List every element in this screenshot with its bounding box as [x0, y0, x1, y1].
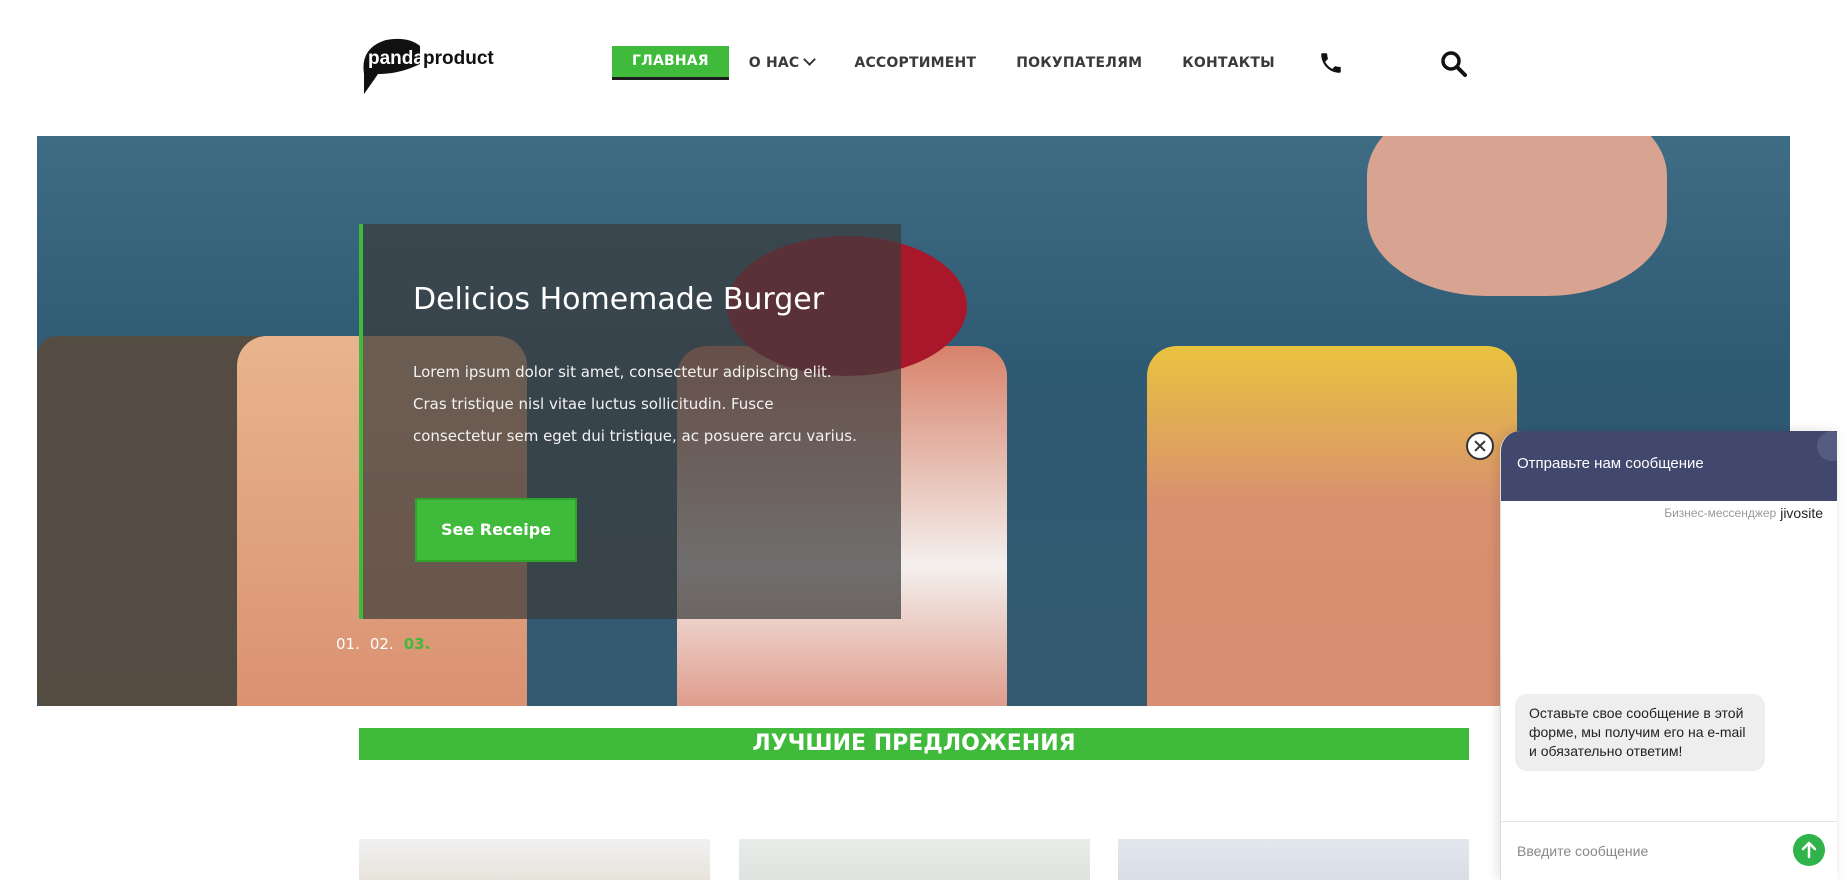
chat-message-bubble: Оставьте свое сообщение в этой форме, мы…	[1515, 694, 1765, 771]
nav-item-home[interactable]: ГЛАВНАЯ	[612, 46, 729, 80]
site-header: panda product ГЛАВНАЯ О НАС АССОРТИМЕНТ …	[0, 0, 1848, 136]
nav-item-assortment[interactable]: АССОРТИМЕНТ	[834, 46, 996, 80]
send-icon[interactable]	[1793, 834, 1825, 866]
nav-item-customers[interactable]: ПОКУПАТЕЛЯМ	[996, 46, 1162, 80]
search-icon[interactable]	[1440, 50, 1468, 78]
nav-label: О НАС	[748, 55, 800, 71]
hero-glass-right	[1147, 346, 1517, 706]
nav-item-contacts[interactable]: КОНТАКТЫ	[1162, 46, 1295, 80]
section-title: ЛУЧШИЕ ПРЕДЛОЖЕНИЯ	[359, 728, 1469, 760]
chat-header-title: Отправьте нам сообщение	[1517, 455, 1704, 472]
chat-brand-name: jivosite	[1780, 505, 1823, 521]
chat-brand[interactable]: Бизнес-мессенджер jivosite	[1664, 505, 1823, 521]
phone-icon[interactable]	[1318, 50, 1344, 76]
product-thumbnail[interactable]	[359, 839, 710, 880]
site-logo[interactable]: panda product	[360, 34, 502, 94]
product-thumbnail[interactable]	[739, 839, 1090, 880]
logo-text-panda: panda	[368, 48, 424, 69]
slider-pagination: 01. 02. 03.	[336, 635, 430, 653]
chat-brand-prefix: Бизнес-мессенджер	[1664, 506, 1777, 520]
product-thumbnail[interactable]	[1118, 839, 1469, 880]
hero-caption: Delicios Homemade Burger Lorem ipsum dol…	[359, 224, 901, 619]
nav-label: ПОКУПАТЕЛЯМ	[1016, 55, 1143, 71]
slide-indicator-3[interactable]: 03.	[404, 635, 431, 653]
chevron-down-icon	[803, 53, 817, 66]
main-nav: ГЛАВНАЯ О НАС АССОРТИМЕНТ ПОКУПАТЕЛЯМ КО…	[612, 46, 1295, 80]
chat-input-area	[1501, 821, 1837, 880]
hero-title: Delicios Homemade Burger	[413, 282, 825, 317]
chat-close-icon[interactable]	[1466, 432, 1494, 460]
hero-hand	[1367, 136, 1667, 296]
slide-indicator-2[interactable]: 02.	[370, 635, 394, 653]
logo-text-product: product	[423, 48, 494, 69]
nav-label: КОНТАКТЫ	[1182, 55, 1275, 71]
slide-indicator-1[interactable]: 01.	[336, 635, 360, 653]
chat-widget: Отправьте нам сообщение Бизнес-мессендже…	[1500, 431, 1837, 880]
see-recipe-button[interactable]: See Receipe	[415, 498, 577, 562]
chat-header[interactable]: Отправьте нам сообщение	[1501, 431, 1837, 501]
chat-message-input[interactable]	[1515, 834, 1779, 868]
nav-label: ГЛАВНАЯ	[632, 53, 709, 69]
chat-header-decoration	[1817, 431, 1837, 461]
nav-label: АССОРТИМЕНТ	[854, 55, 977, 71]
nav-item-about[interactable]: О НАС	[729, 46, 835, 80]
hero-text: Lorem ipsum dolor sit amet, consectetur …	[413, 363, 857, 445]
